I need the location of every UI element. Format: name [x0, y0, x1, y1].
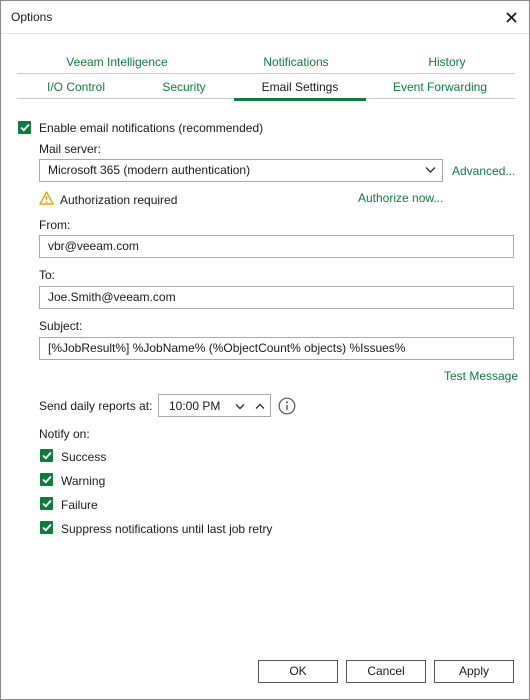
checkmark-icon	[41, 499, 52, 508]
warning-icon	[39, 191, 54, 205]
checkmark-icon	[19, 123, 30, 132]
daily-time-picker[interactable]: 10:00 PM	[158, 394, 271, 417]
close-button[interactable]	[501, 7, 521, 27]
tab-history[interactable]: History	[389, 50, 505, 74]
checkmark-icon	[41, 523, 52, 532]
title-bar: Options	[1, 1, 529, 34]
tab-email-settings[interactable]: Email Settings	[234, 75, 366, 101]
subject-label: Subject:	[39, 319, 83, 333]
options-dialog: Options Veeam Intelligence Notifications…	[0, 0, 530, 700]
cancel-button[interactable]: Cancel	[346, 660, 426, 683]
time-increment-button[interactable]	[253, 400, 267, 412]
enable-email-label: Enable email notifications (recommended)	[39, 121, 264, 135]
daily-time-value: 10:00 PM	[169, 399, 221, 413]
advanced-link[interactable]: Advanced...	[452, 164, 515, 178]
notify-success-label: Success	[61, 450, 107, 464]
from-input[interactable]: vbr@veeam.com	[39, 235, 514, 258]
checkmark-icon	[41, 451, 52, 460]
notify-success-checkbox[interactable]	[40, 449, 53, 462]
test-message-link[interactable]: Test Message	[444, 369, 518, 383]
notify-warning-label: Warning	[61, 474, 106, 488]
tabs-row-top: Veeam Intelligence Notifications History	[17, 50, 515, 74]
checkmark-icon	[41, 475, 52, 484]
tab-veeam-intelligence[interactable]: Veeam Intelligence	[31, 50, 203, 74]
notify-failure-label: Failure	[61, 498, 98, 512]
ok-button[interactable]: OK	[258, 660, 338, 683]
chevron-down-icon	[235, 403, 245, 409]
close-icon	[505, 11, 517, 23]
suppress-notifications-checkbox[interactable]	[40, 521, 53, 534]
chevron-up-icon	[255, 403, 265, 409]
apply-button[interactable]: Apply	[434, 660, 514, 683]
info-icon[interactable]	[278, 397, 296, 415]
tabs-row-bottom: I/O Control Security Email Settings Even…	[17, 75, 515, 101]
tab-security[interactable]: Security	[135, 75, 233, 99]
mail-server-select[interactable]: Microsoft 365 (modern authentication)	[39, 159, 443, 182]
to-input[interactable]: Joe.Smith@veeam.com	[39, 286, 514, 309]
subject-input[interactable]: [%JobResult%] %JobName% (%ObjectCount% o…	[39, 337, 514, 360]
tab-event-forwarding[interactable]: Event Forwarding	[367, 75, 513, 99]
tab-io-control[interactable]: I/O Control	[17, 75, 135, 99]
notify-failure-checkbox[interactable]	[40, 497, 53, 510]
mail-server-label: Mail server:	[39, 142, 102, 156]
suppress-notifications-label: Suppress notifications until last job re…	[61, 522, 273, 536]
mail-server-value: Microsoft 365 (modern authentication)	[48, 163, 251, 177]
enable-email-checkbox[interactable]	[18, 121, 31, 134]
notify-warning-checkbox[interactable]	[40, 473, 53, 486]
auth-required-text: Authorization required	[60, 193, 178, 207]
time-decrement-button[interactable]	[233, 400, 247, 412]
to-label: To:	[39, 268, 56, 282]
daily-reports-label: Send daily reports at:	[39, 399, 153, 413]
tab-notifications[interactable]: Notifications	[203, 50, 389, 74]
notify-on-label: Notify on:	[39, 427, 90, 441]
from-label: From:	[39, 218, 71, 232]
window-title: Options	[11, 10, 53, 24]
authorize-now-link[interactable]: Authorize now...	[358, 191, 443, 205]
chevron-down-icon	[425, 167, 436, 173]
